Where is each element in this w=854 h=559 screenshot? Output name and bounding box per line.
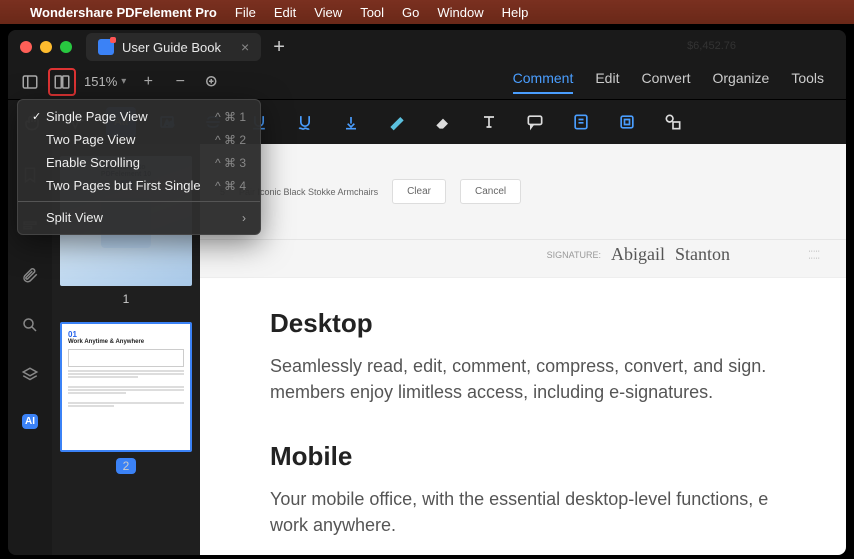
document-page: 5 Pair Iconic Black Stokke Armchairs Cle… [200, 144, 846, 555]
menu-edit[interactable]: Edit [274, 5, 296, 20]
dd-single-page-view[interactable]: ✓ Single Page View ^ ⌘ 1 [18, 105, 260, 128]
tab-tools[interactable]: Tools [791, 70, 824, 94]
window-maximize-button[interactable] [60, 41, 72, 53]
chevron-down-icon: ▾ [121, 76, 126, 87]
squiggly-icon[interactable] [290, 107, 320, 137]
thumb2-number: 2 [116, 458, 137, 474]
dd-two-page-view[interactable]: Two Page View ^ ⌘ 2 [18, 128, 260, 151]
menu-help[interactable]: Help [502, 5, 529, 20]
document-tab[interactable]: User Guide Book × [86, 33, 261, 61]
section-heading-mobile: Mobile [270, 441, 806, 472]
signature-label: SIGNATURE: [547, 250, 601, 260]
shapes-icon[interactable] [658, 107, 688, 137]
tab-convert[interactable]: Convert [641, 70, 690, 94]
signature-1: Abigail [611, 244, 665, 265]
tab-organize[interactable]: Organize [713, 70, 770, 94]
page-viewport[interactable]: 5 Pair Iconic Black Stokke Armchairs Cle… [200, 144, 846, 555]
new-tab-button[interactable]: + [273, 36, 285, 59]
window-close-button[interactable] [20, 41, 32, 53]
fit-page-icon[interactable] [198, 68, 226, 96]
clear-button[interactable]: Clear [392, 179, 446, 204]
thumbnail-page-2[interactable]: 01 Work Anytime & Anywhere 2 [60, 322, 192, 475]
page-view-dropdown: ✓ Single Page View ^ ⌘ 1 Two Page View ^… [17, 99, 261, 235]
attachment-icon[interactable] [19, 264, 41, 286]
search-icon[interactable] [19, 314, 41, 336]
sidebar-toggle-icon[interactable] [16, 68, 44, 96]
page-view-mode-button[interactable] [48, 68, 76, 96]
zoom-in-button[interactable]: + [134, 68, 162, 96]
menu-tool[interactable]: Tool [360, 5, 384, 20]
ai-button[interactable]: AI [22, 414, 38, 429]
menu-file[interactable]: File [235, 5, 256, 20]
mode-tabs: Comment Edit Convert Organize Tools [513, 70, 838, 94]
layers-icon[interactable] [19, 364, 41, 386]
window-minimize-button[interactable] [40, 41, 52, 53]
signature-2: Stanton [675, 244, 730, 265]
doc-form-header: 5 Pair Iconic Black Stokke Armchairs Cle… [200, 144, 846, 240]
tab-title: User Guide Book [122, 40, 221, 55]
menu-view[interactable]: View [314, 5, 342, 20]
dd-two-pages-first-single[interactable]: Two Pages but First Single ^ ⌘ 4 [18, 174, 260, 197]
toolbar: 151% ▾ + − Comment Edit Convert Organize… [8, 64, 846, 100]
section-heading-desktop: Desktop [270, 308, 806, 339]
thumb1-number: 1 [123, 292, 130, 306]
zoom-value: 151% [84, 74, 117, 89]
tab-close-icon[interactable]: × [241, 39, 249, 55]
callout-icon[interactable] [520, 107, 550, 137]
zoom-level[interactable]: 151% ▾ [84, 74, 126, 89]
pdf-icon [98, 39, 114, 55]
zoom-out-button[interactable]: − [166, 68, 194, 96]
chevron-right-icon: › [242, 211, 246, 225]
section-body-desktop: Seamlessly read, edit, comment, compress… [270, 353, 806, 405]
traffic-lights [20, 41, 72, 53]
menu-go[interactable]: Go [402, 5, 419, 20]
eraser-icon[interactable] [428, 107, 458, 137]
dd-enable-scrolling[interactable]: Enable Scrolling ^ ⌘ 3 [18, 151, 260, 174]
stamp-icon[interactable] [612, 107, 642, 137]
app-name[interactable]: Wondershare PDFelement Pro [30, 5, 217, 20]
menu-window[interactable]: Window [437, 5, 483, 20]
tab-edit[interactable]: Edit [595, 70, 619, 94]
dd-split-view[interactable]: Split View › [18, 206, 260, 229]
tab-comment[interactable]: Comment [513, 70, 574, 94]
note-icon[interactable] [566, 107, 596, 137]
cancel-button[interactable]: Cancel [460, 179, 521, 204]
macos-menubar: Wondershare PDFelement Pro File Edit Vie… [0, 0, 854, 24]
caret-insert-icon[interactable] [336, 107, 366, 137]
textbox-icon[interactable] [474, 107, 504, 137]
section-body-mobile: Your mobile office, with the essential d… [270, 486, 806, 538]
check-icon: ✓ [32, 110, 46, 123]
dropdown-separator [18, 201, 260, 202]
highlighter-icon[interactable] [382, 107, 412, 137]
